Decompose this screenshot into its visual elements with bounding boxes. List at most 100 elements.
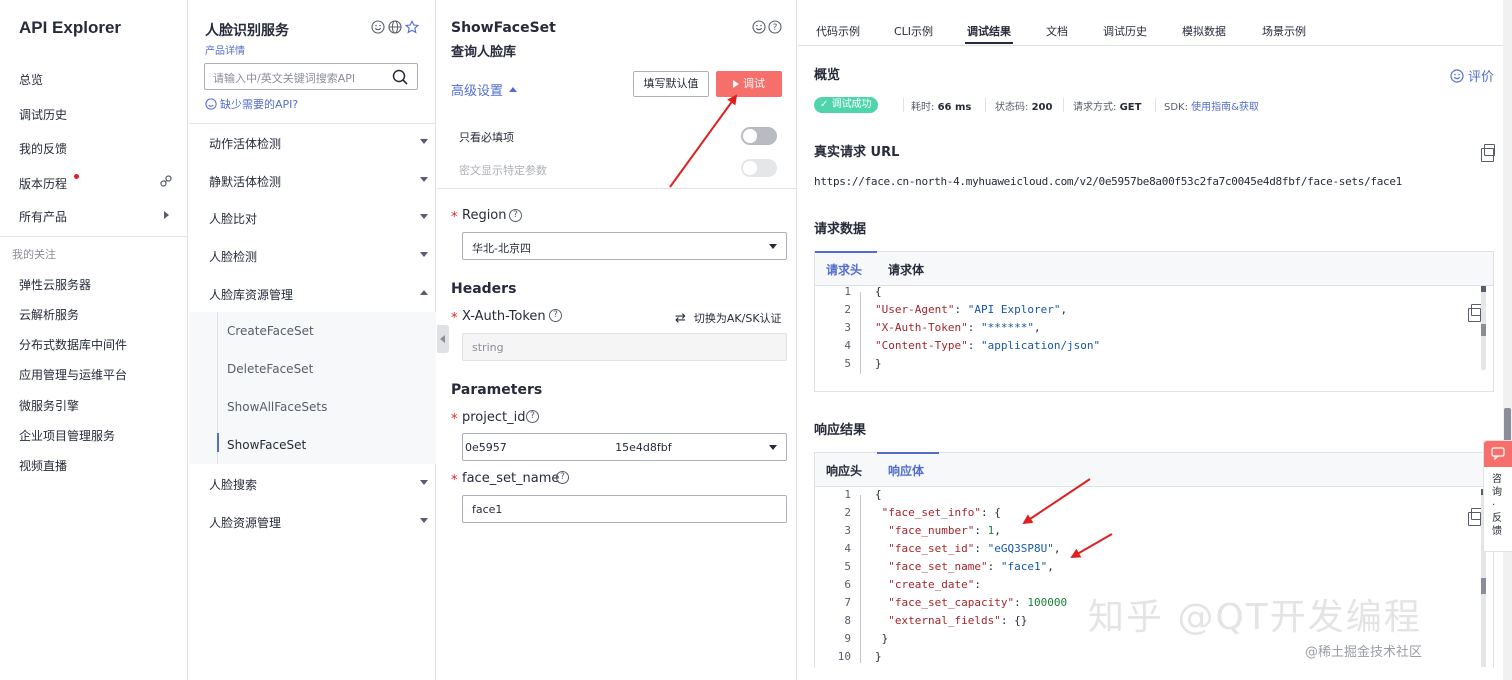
code-token: "create_date" [888,578,975,591]
tab-docs[interactable]: 文档 [1046,23,1068,39]
help-icon[interactable]: ? [768,20,782,34]
nav-item-feedback[interactable]: 我的反馈 [19,140,67,157]
feedback-flag[interactable]: 咨询·反馈 [1483,440,1512,552]
copy-icon[interactable] [1481,144,1495,162]
status-badge: ✓ 调试成功 [814,97,878,113]
globe-icon[interactable] [388,20,402,34]
chevron-down-icon [420,139,428,144]
sdk-link[interactable]: 使用指南&获取 [1191,102,1259,113]
collapse-handle[interactable] [437,325,449,353]
tab-debug-result[interactable]: 调试结果 [967,23,1011,39]
switch-auth-text: 切换为AK/SK认证 [693,312,782,325]
api-group-silent-liveness[interactable]: 静默活体检测 [189,161,436,199]
api-item-create-face-set[interactable]: CreateFaceSet [189,312,436,350]
advanced-settings-toggle[interactable]: 高级设置 [451,80,518,99]
headers-title: Headers [451,281,517,297]
rate-button[interactable]: 评价 [1450,66,1494,85]
missing-api-link[interactable]: 缺少需要的API? [205,96,298,112]
page-scrollbar[interactable] [1503,0,1512,680]
divider [0,236,188,237]
link-icon[interactable] [160,175,172,190]
scrollbar-thumb[interactable] [1481,286,1486,292]
tab-debug-history[interactable]: 调试历史 [1103,23,1147,39]
auth-token-input[interactable]: string [462,333,787,361]
fill-default-button[interactable]: 填写默认值 [633,71,709,97]
divider [1155,98,1156,112]
project-id-select[interactable]: 0e5957 15e4d8fbf [462,433,787,461]
help-icon[interactable]: ? [526,410,539,423]
favorite-item[interactable]: 视频直播 [19,457,67,474]
tab-scenario-example[interactable]: 场景示例 [1262,23,1306,39]
switch-auth-link[interactable]: ⇄ 切换为AK/SK认证 [675,310,782,326]
code-token: : [967,321,981,334]
nav-item-debug-history[interactable]: 调试历史 [19,106,67,123]
code-line: 1{ [815,285,1475,303]
code-token: "external_fields" [888,614,1001,627]
code-text: "face_set_id": "eGQ3SP8U", [875,542,1060,555]
nav-item-overview[interactable]: 总览 [19,71,43,88]
request-url[interactable]: https://face.cn-north-4.myhuaweicloud.co… [814,175,1402,188]
active-tab-indicator [965,42,1013,44]
toggle-knob [743,161,757,175]
favorite-item[interactable]: 云解析服务 [19,306,79,323]
scrollbar-thumb[interactable] [1481,578,1486,594]
line-number: 8 [844,614,851,627]
smile-icon[interactable] [752,20,766,34]
api-group-faceset-management[interactable]: 人脸库资源管理 [189,274,436,312]
tab-response-body[interactable]: 响应体 [888,462,924,479]
help-icon[interactable]: ? [549,309,562,322]
region-select[interactable]: 华北-北京四 [462,232,787,260]
api-group-face-detect[interactable]: 人脸检测 [189,236,436,274]
face-set-name-input[interactable]: face1 [462,495,787,523]
nav-item-all-products[interactable]: 所有产品 [19,208,67,225]
star-icon[interactable] [405,20,419,34]
tab-request-body[interactable]: 请求体 [888,261,924,278]
debug-button[interactable]: 调试 [716,71,782,97]
code-text: "face_set_info": { [875,506,1001,519]
code-token: "face_set_capacity" [888,596,1015,609]
tab-request-headers[interactable]: 请求头 [826,261,862,278]
code-line: 3 "X-Auth-Token": "******", [815,321,1475,339]
only-required-toggle[interactable] [741,127,777,145]
new-dot [74,174,79,179]
code-token: : [1014,596,1028,609]
favorite-item[interactable]: 应用管理与运维平台 [19,366,127,383]
favorite-item[interactable]: 分布式数据库中间件 [19,336,127,353]
api-item-show-all-face-sets[interactable]: ShowAllFaceSets [189,388,436,426]
code-token: : [974,524,988,537]
code-token: : { [980,506,1001,519]
favorite-item[interactable]: 弹性云服务器 [19,276,91,293]
service-title: 人脸识别服务 [205,23,289,39]
nav-item-version-history[interactable]: 版本历程 [19,175,67,192]
api-item-show-face-set[interactable]: ShowFaceSet [189,426,436,464]
smile-icon [1450,68,1464,83]
api-group-action-liveness[interactable]: 动作活体检测 [189,123,436,161]
status-code-label: 状态码: [995,102,1029,113]
api-name: ShowFaceSet [451,20,556,36]
api-item-label: CreateFaceSet [227,324,314,338]
code-text: } [875,357,882,370]
divider [903,98,904,112]
favorite-item[interactable]: 企业项目管理服务 [19,427,115,444]
help-icon[interactable]: ? [556,471,569,484]
api-item-delete-face-set[interactable]: DeleteFaceSet [189,350,436,388]
api-group-face-search[interactable]: 人脸搜索 [189,464,436,502]
tab-response-headers[interactable]: 响应头 [826,462,862,479]
search-icon[interactable] [392,69,408,85]
smile-icon[interactable] [371,20,385,34]
tab-code-example[interactable]: 代码示例 [816,23,860,39]
tab-mock-data[interactable]: 模拟数据 [1182,23,1226,39]
show-encrypted-toggle[interactable] [741,159,777,177]
chevron-down-icon [420,177,428,182]
api-group-face-compare[interactable]: 人脸比对 [189,198,436,236]
brand-title[interactable]: API Explorer [19,18,121,38]
scrollbar-thumb[interactable] [1481,324,1486,336]
request-tabs: 请求头 请求体 [815,251,1493,286]
favorite-item[interactable]: 微服务引擎 [19,397,79,414]
api-group-face-resource[interactable]: 人脸资源管理 [189,502,436,540]
help-icon[interactable]: ? [509,209,522,222]
tab-cli-example[interactable]: CLI示例 [894,23,933,39]
api-search-input[interactable]: 请输入中/英文关键词搜索API [204,63,418,90]
product-detail-link[interactable]: 产品详情 [205,42,245,57]
